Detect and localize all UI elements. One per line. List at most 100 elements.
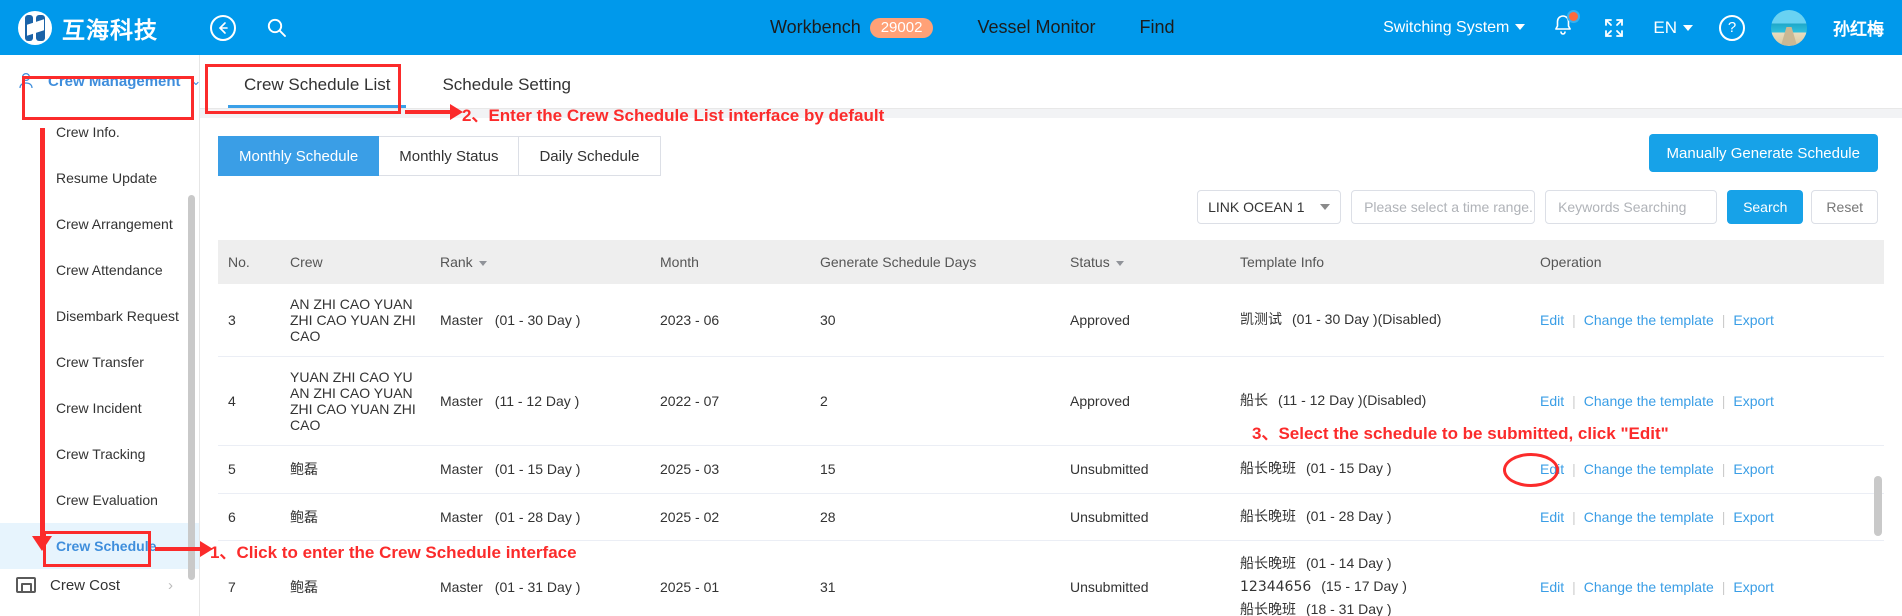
sidebar-item-label: Crew Evaluation (56, 492, 158, 508)
table-head: No. Crew Rank Month Generate Schedule Da… (218, 240, 1884, 284)
table-row: 6 鲍磊 Master (01 - 28 Day ) 2025 - 02 28 U… (218, 493, 1884, 542)
export-link[interactable]: Export (1733, 312, 1773, 328)
company-logo-icon (18, 10, 52, 45)
sidebar-item-crew-attendance[interactable]: Crew Attendance (0, 247, 199, 293)
segment-monthly-status[interactable]: Monthly Status (379, 136, 520, 176)
table-scrollbar[interactable] (1874, 476, 1882, 536)
help-icon[interactable]: ? (1719, 14, 1745, 41)
back-arrow-icon[interactable] (210, 14, 236, 41)
sidebar-item-label: Crew Schedule (56, 538, 157, 554)
cell-template-info: 船长晚班 (01 - 14 Day ) 12344656 (15 - 17 Day … (1230, 540, 1530, 616)
cell-operation: Edit | Change the template | Export (1530, 284, 1884, 357)
segment-daily-schedule[interactable]: Daily Schedule (519, 136, 661, 176)
edit-link[interactable]: Edit (1540, 393, 1564, 409)
cell-month: 2023 - 06 (650, 284, 810, 357)
change-template-link[interactable]: Change the template (1584, 393, 1714, 409)
user-icon (16, 71, 36, 91)
tab-crew-schedule-list[interactable]: Crew Schedule List (218, 75, 416, 108)
chevron-right-icon: › (168, 576, 173, 594)
cell-status: Unsubmitted (1060, 540, 1230, 616)
col-header-template-info: Template Info (1230, 240, 1530, 284)
chevron-down-icon (1683, 25, 1693, 32)
change-template-link[interactable]: Change the template (1584, 461, 1714, 477)
manually-generate-schedule-button[interactable]: Manually Generate Schedule (1648, 134, 1878, 172)
switching-system-label: Switching System (1383, 18, 1510, 36)
cell-days: 2 (810, 356, 1060, 446)
cell-template-info: 船长 (11 - 12 Day )(Disabled) (1230, 356, 1530, 446)
language-selector[interactable]: EN (1653, 18, 1693, 38)
sidebar-item-crew-transfer[interactable]: Crew Transfer (0, 339, 199, 385)
wallet-icon (16, 577, 36, 593)
notification-bell-icon[interactable] (1551, 10, 1581, 42)
edit-link[interactable]: Edit (1540, 509, 1564, 525)
cell-month: 2025 - 03 (650, 445, 810, 494)
cell-no: 3 (218, 284, 280, 357)
sidebar-header-crew-management[interactable]: Crew Management ⌄ (0, 55, 201, 107)
cell-crew: 鲍磊 (280, 540, 430, 616)
main-content: Crew Schedule List Schedule Setting Mont… (200, 55, 1902, 616)
export-link[interactable]: Export (1733, 393, 1773, 409)
sidebar-item-crew-info[interactable]: Crew Info. (0, 109, 199, 155)
edit-link[interactable]: Edit (1540, 579, 1564, 595)
sidebar-item-crew-cost[interactable]: Crew Cost › (0, 562, 199, 608)
chevron-down-icon (1320, 204, 1331, 210)
cell-status: Approved (1060, 356, 1230, 446)
sidebar-item-crew-tracking[interactable]: Crew Tracking (0, 431, 199, 477)
sidebar-item-label: Crew Incident (56, 400, 142, 416)
col-header-rank[interactable]: Rank (430, 240, 650, 284)
change-template-link[interactable]: Change the template (1584, 579, 1714, 595)
segment-label: Daily Schedule (539, 147, 640, 165)
brand-name: 互海科技 (62, 17, 158, 44)
cell-template-info: 船长晚班 (01 - 15 Day ) (1230, 445, 1530, 494)
chevron-down-icon (1515, 24, 1526, 31)
sidebar-item-crew-incident[interactable]: Crew Incident (0, 385, 199, 431)
edit-link[interactable]: Edit (1540, 461, 1564, 477)
col-header-status[interactable]: Status (1060, 240, 1230, 284)
sort-icon[interactable] (478, 260, 487, 266)
cell-no: 5 (218, 445, 280, 494)
sidebar-item-resume-update[interactable]: Resume Update (0, 155, 199, 201)
keywords-search-input[interactable]: Keywords Searching (1545, 190, 1718, 224)
cell-operation: Edit | Change the template | Export (1530, 356, 1884, 446)
nav-label-vessel-monitor: Vessel Monitor (977, 17, 1096, 37)
col-header-operation: Operation (1530, 240, 1884, 284)
sidebar-item-label: Crew Attendance (56, 262, 163, 278)
reset-button[interactable]: Reset (1811, 190, 1878, 224)
vessel-select-value: LINK OCEAN 1 (1208, 199, 1305, 215)
cell-no: 4 (218, 356, 280, 446)
sidebar-item-label: Resume Update (56, 170, 158, 186)
export-link[interactable]: Export (1733, 509, 1773, 525)
time-range-input[interactable]: Please select a time range. (1351, 190, 1536, 224)
content-panel: Monthly Schedule Monthly Status Daily Sc… (200, 118, 1902, 616)
sidebar-item-disembark-request[interactable]: Disembark Request (0, 293, 199, 339)
nav-item-vessel-monitor[interactable]: Vessel Monitor (977, 17, 1095, 38)
table-row: 3 AN ZHI CAO YUAN ZHI CAO YUAN ZHI CAO M… (218, 284, 1884, 357)
cell-days: 30 (810, 284, 1060, 357)
avatar[interactable] (1771, 9, 1807, 46)
top-nav-items: Workbench 29002 Vessel Monitor Find (770, 0, 1175, 55)
change-template-link[interactable]: Change the template (1584, 312, 1714, 328)
sidebar-scrollbar[interactable] (188, 195, 195, 580)
export-link[interactable]: Export (1733, 579, 1773, 595)
table-header-row: No. Crew Rank Month Generate Schedule Da… (218, 240, 1884, 284)
switching-system-dropdown[interactable]: Switching System (1383, 18, 1526, 37)
sort-icon[interactable] (1115, 260, 1124, 266)
sidebar-item-crew-evaluation[interactable]: Crew Evaluation (0, 477, 199, 523)
sidebar-item-crew-arrangement[interactable]: Crew Arrangement (0, 201, 199, 247)
search-icon[interactable] (264, 15, 290, 41)
nav-item-find[interactable]: Find (1140, 17, 1175, 38)
cell-crew: 鲍磊 (280, 493, 430, 542)
sidebar-item-label: Disembark Request (56, 308, 179, 324)
change-template-link[interactable]: Change the template (1584, 509, 1714, 525)
vessel-select[interactable]: LINK OCEAN 1 (1197, 190, 1342, 224)
username-label: 孙红梅 (1833, 20, 1884, 40)
cell-rank: Master (01 - 28 Day ) (430, 493, 650, 542)
tab-schedule-setting[interactable]: Schedule Setting (416, 75, 597, 108)
export-link[interactable]: Export (1733, 461, 1773, 477)
segment-monthly-schedule[interactable]: Monthly Schedule (218, 136, 380, 176)
edit-link[interactable]: Edit (1540, 312, 1564, 328)
fullscreen-icon[interactable] (1601, 15, 1627, 41)
nav-item-workbench[interactable]: Workbench 29002 (770, 17, 934, 38)
search-button[interactable]: Search (1727, 190, 1804, 224)
segment-button-row: Monthly Schedule Monthly Status Daily Sc… (200, 118, 1902, 176)
